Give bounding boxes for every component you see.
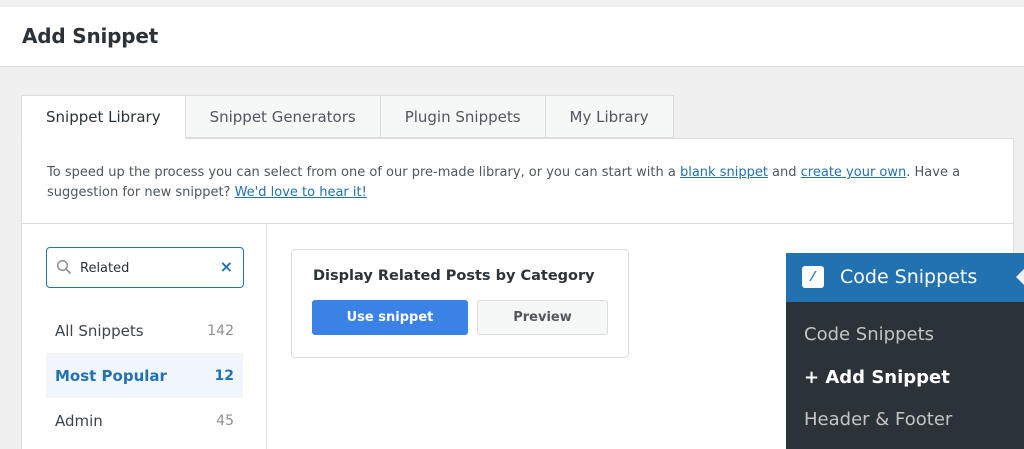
category-label: Admin [55,411,103,430]
menu-item-code-snippets[interactable]: Code Snippets [804,324,934,345]
current-menu-arrow-icon [1016,269,1024,285]
category-count: 12 [214,367,234,384]
preview-button[interactable]: Preview [477,300,608,335]
search-input[interactable] [80,257,210,279]
snippet-card: Display Related Posts by Category Use sn… [291,249,629,358]
wp-admin-menu: ⁄ Code Snippets Code Snippets + Add Snip… [786,253,1024,449]
create-your-own-link[interactable]: create your own [801,165,907,180]
search-box: × [46,247,244,288]
category-label: All Snippets [55,321,144,340]
suggestion-link[interactable]: We'd love to hear it! [235,185,367,200]
intro-text-part: and [767,165,801,180]
menu-item-header-footer[interactable]: Header & Footer [804,409,952,430]
category-most-popular[interactable]: Most Popular 12 [46,353,243,398]
blank-snippet-link[interactable]: blank snippet [680,165,768,180]
tab-plugin-snippets[interactable]: Plugin Snippets [380,95,546,138]
tab-my-library[interactable]: My Library [545,95,674,138]
tab-bar: Snippet Library Snippet Generators Plugi… [21,95,674,139]
search-icon [56,259,71,274]
tab-snippet-generators[interactable]: Snippet Generators [185,95,381,138]
clear-search-icon[interactable]: × [220,257,233,277]
intro-text-part: To speed up the process you can select f… [47,165,680,180]
snippet-title: Display Related Posts by Category [313,268,595,284]
page-title: Add Snippet [22,24,159,48]
menu-item-add-snippet[interactable]: + Add Snippet [804,367,950,388]
category-label: Most Popular [55,366,167,385]
category-all-snippets[interactable]: All Snippets 142 [46,308,243,353]
menu-header[interactable]: ⁄ Code Snippets [786,253,1024,302]
page-header: Add Snippet [0,7,1024,67]
admin-top-strip [0,0,1024,7]
category-admin[interactable]: Admin 45 [46,398,243,443]
category-count: 142 [207,322,234,339]
use-snippet-button[interactable]: Use snippet [312,300,468,335]
code-snippets-logo-icon: ⁄ [802,266,824,288]
category-sidebar: × All Snippets 142 Most Popular 12 Admin… [22,224,267,449]
tab-snippet-library[interactable]: Snippet Library [21,95,186,139]
menu-title: Code Snippets [840,266,978,288]
category-count: 45 [216,412,234,429]
intro-text: To speed up the process you can select f… [47,163,997,203]
